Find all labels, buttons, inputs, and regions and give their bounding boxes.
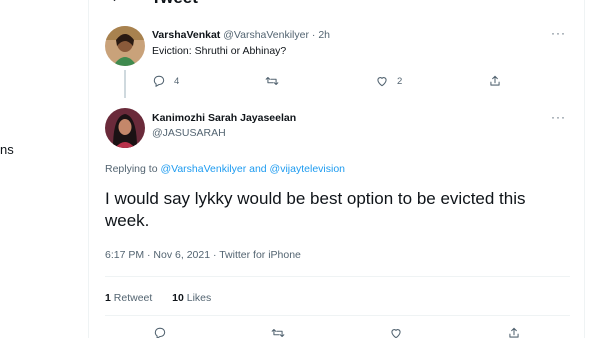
avatar-image [105,26,145,66]
avatar[interactable] [105,108,145,148]
more-options-icon[interactable]: ··· [551,26,566,40]
parent-tweet[interactable]: VarshaVenkat @VarshaVenkilyer · 2h ··· E… [89,20,584,98]
tweet-actions [89,326,584,338]
tweet-time[interactable]: · 2h [312,29,330,41]
author-name[interactable]: Kanimozhi Sarah Jayaseelan [152,112,296,124]
tweet-stats: 1 Retweet 10 Likes [105,292,211,304]
retweets-count[interactable]: 1 [105,292,111,304]
author-handle[interactable]: @JASUSARAH [152,127,226,139]
replying-to-link[interactable]: @VarshaVenkilyer and @vijaytelevision [160,163,345,175]
share-icon[interactable] [507,326,521,338]
parent-tweet-header: VarshaVenkat @VarshaVenkilyer · 2h [152,29,330,41]
replying-to: Replying to @VarshaVenkilyer and @vijayt… [105,163,345,175]
reply-icon[interactable] [153,326,167,338]
retweets-label[interactable]: Retweet [114,292,153,304]
tweet-text: I would say lykky would be best option t… [105,189,526,230]
like-icon [377,77,387,87]
avatar[interactable] [105,26,145,66]
tweet-text: Eviction: Shruthi or Abhinay? [152,45,287,57]
likes-label[interactable]: Likes [187,292,212,304]
sidebar-fragment-text: ns [0,142,14,157]
divider [105,315,570,316]
reply-button[interactable]: 4 [152,74,179,88]
author-name[interactable]: VarshaVenkat [152,29,220,41]
tweet-column: Tweet VarshaVenkat @VarshaVenkilyer · 2h… [88,0,585,338]
retweet-button[interactable] [265,74,287,88]
left-sidebar: ns [0,0,88,338]
share-icon [490,75,500,86]
replying-prefix: Replying to [105,163,158,175]
like-count: 2 [397,75,403,87]
page-title: Tweet [151,0,198,8]
reply-icon [153,75,165,88]
more-options-icon[interactable]: ··· [551,110,566,124]
reply-count: 4 [174,75,180,87]
like-icon[interactable] [389,326,403,338]
tweet-actions: 4 2 [152,74,522,90]
tweet-timestamp[interactable]: 6:17 PM · Nov 6, 2021 · Twitter for iPho… [105,249,301,261]
thread-line [124,70,126,98]
likes-count[interactable]: 10 [172,292,184,304]
tweet-header: Tweet [89,0,584,12]
retweet-icon [265,76,279,86]
retweet-icon[interactable] [271,326,285,338]
divider [105,276,570,277]
author-handle[interactable]: @VarshaVenkilyer [223,29,309,41]
like-button[interactable]: 2 [375,74,402,88]
share-button[interactable] [488,74,502,88]
back-arrow-icon[interactable] [107,0,123,4]
avatar-image [105,108,145,148]
